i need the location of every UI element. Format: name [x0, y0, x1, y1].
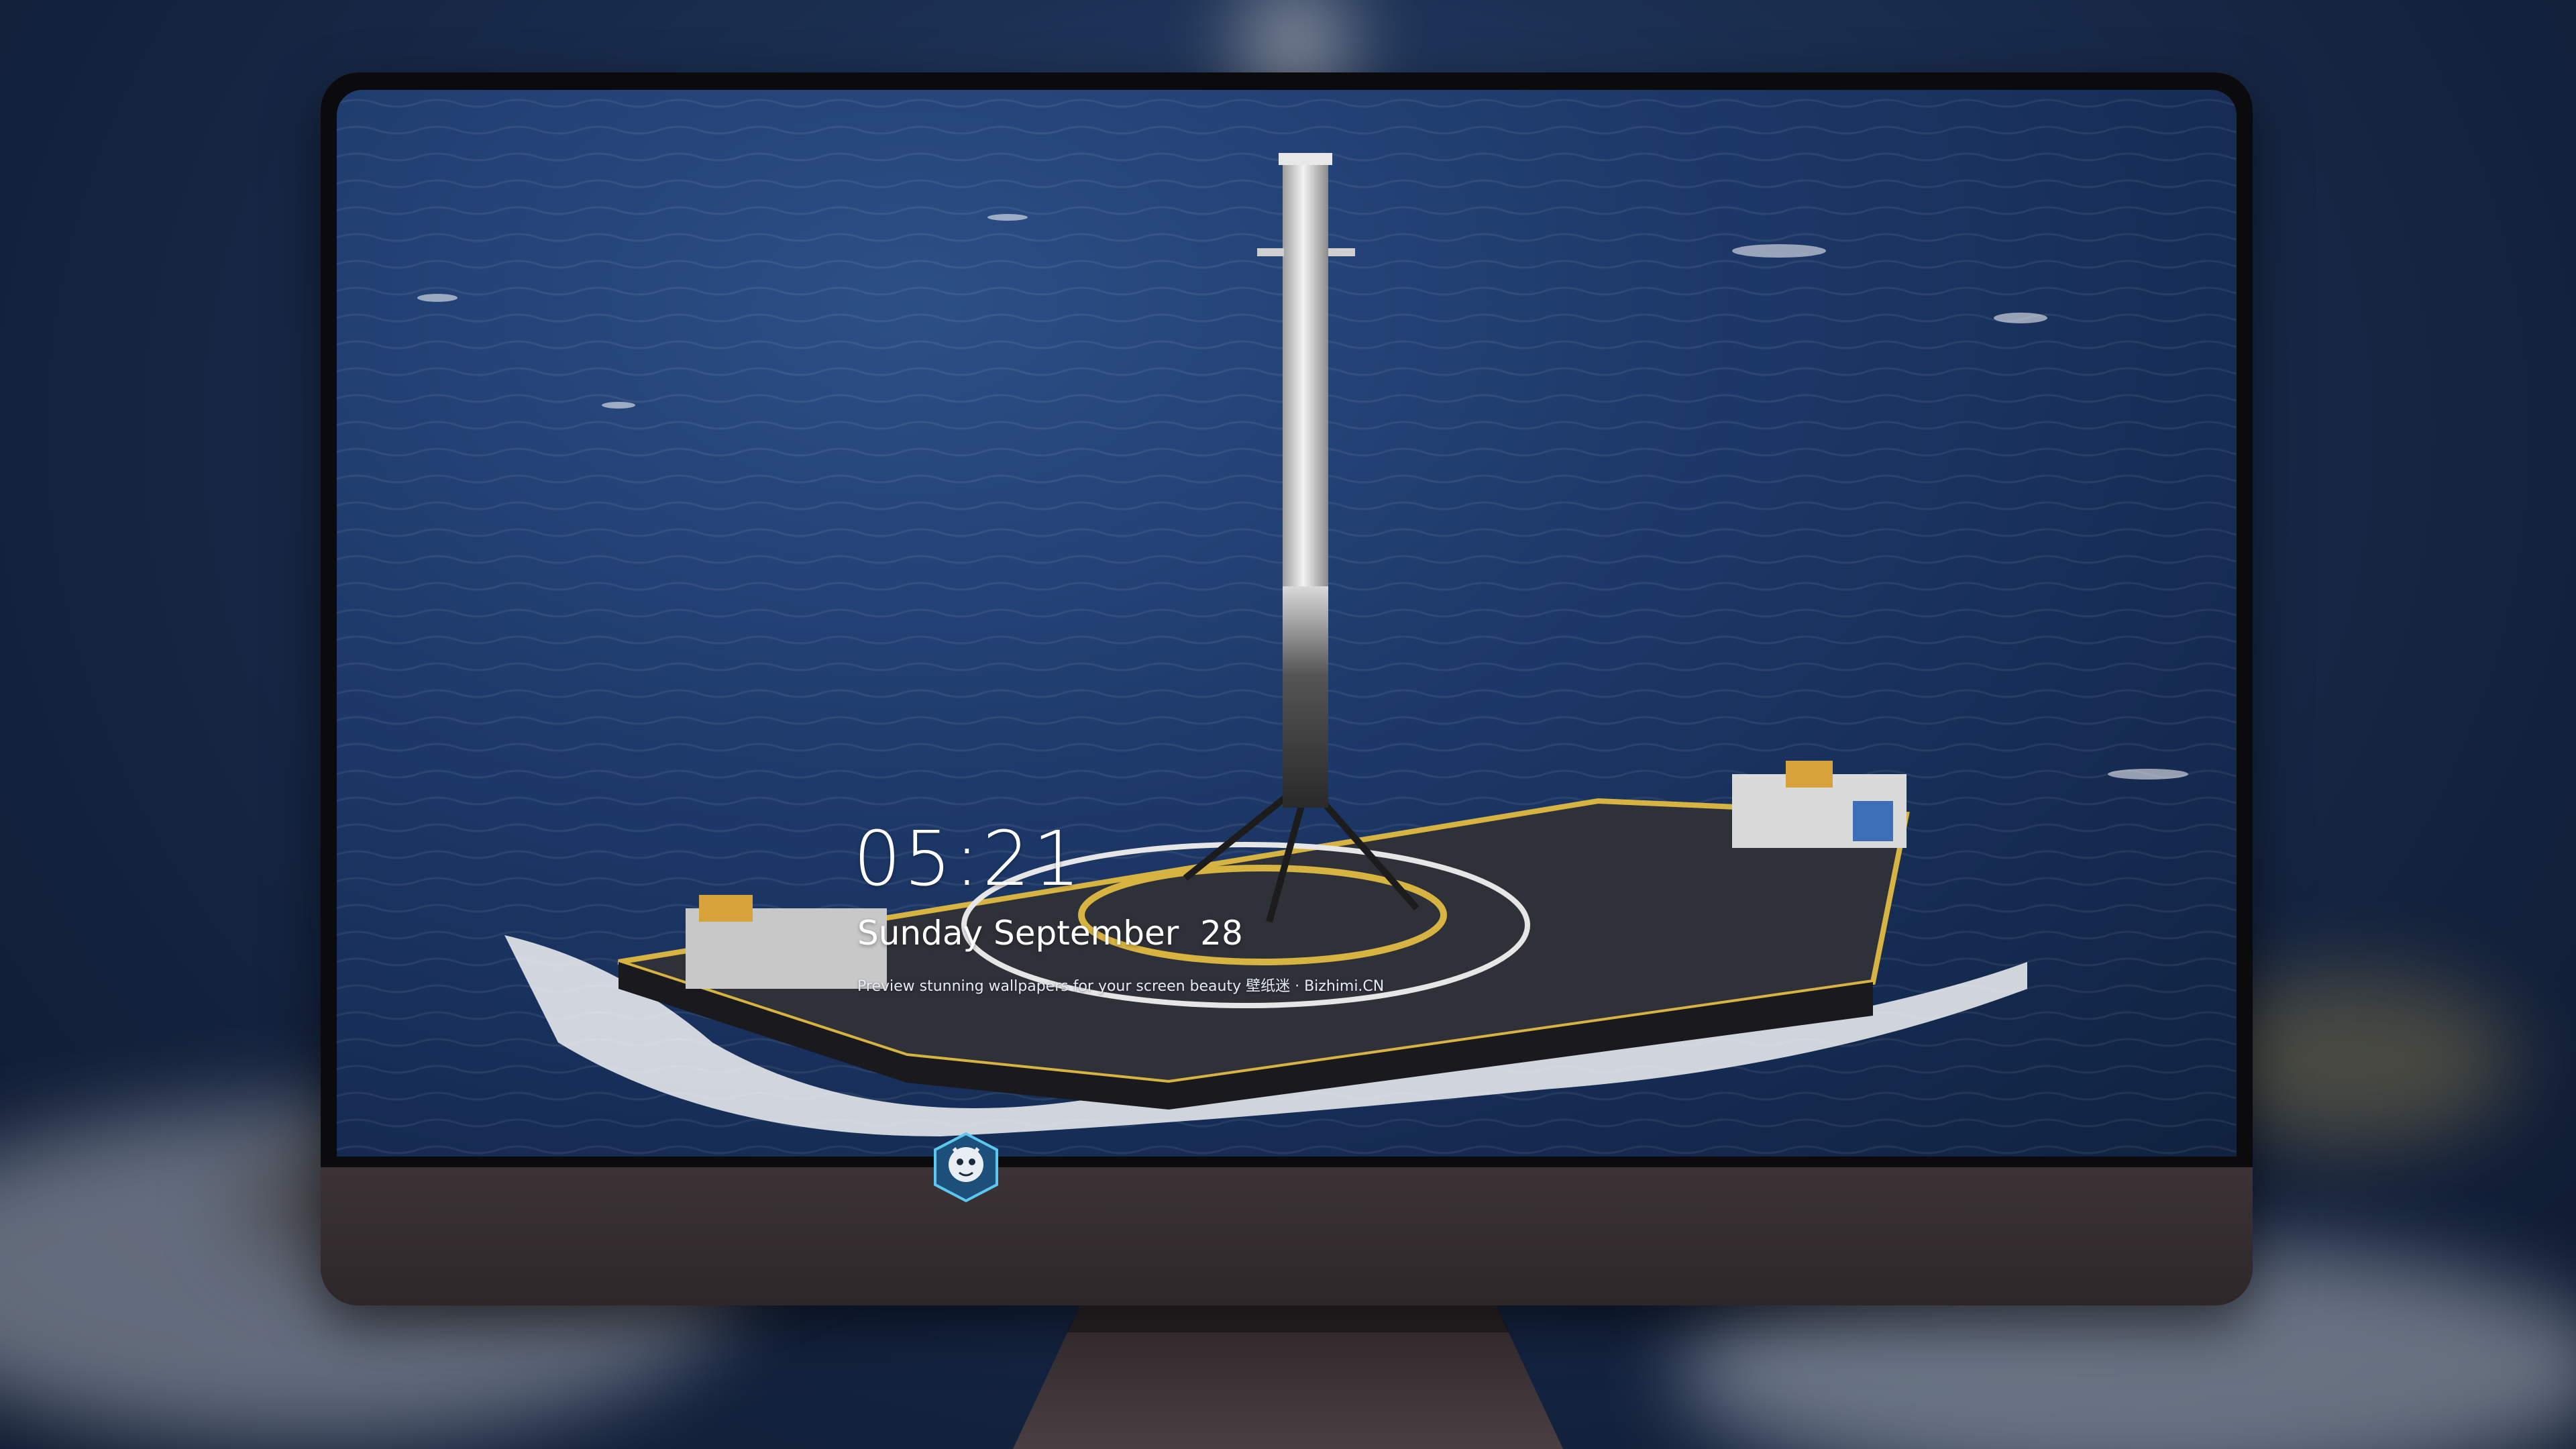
lockscreen-date: Sunday September 28: [857, 914, 1243, 953]
wallpaper-caption: Preview stunning wallpapers for your scr…: [857, 978, 1385, 995]
monitor-stand: [1013, 1305, 1563, 1449]
lockscreen-time: 05:21: [853, 816, 1083, 903]
wallpaper-image: [337, 90, 2237, 1157]
monitor-chin: [321, 1167, 2253, 1305]
monitor: 05:21 Sunday September 28 Preview stunni…: [321, 72, 2253, 1305]
brand-logo-icon: [934, 1132, 998, 1203]
screen: 05:21 Sunday September 28 Preview stunni…: [337, 90, 2237, 1157]
